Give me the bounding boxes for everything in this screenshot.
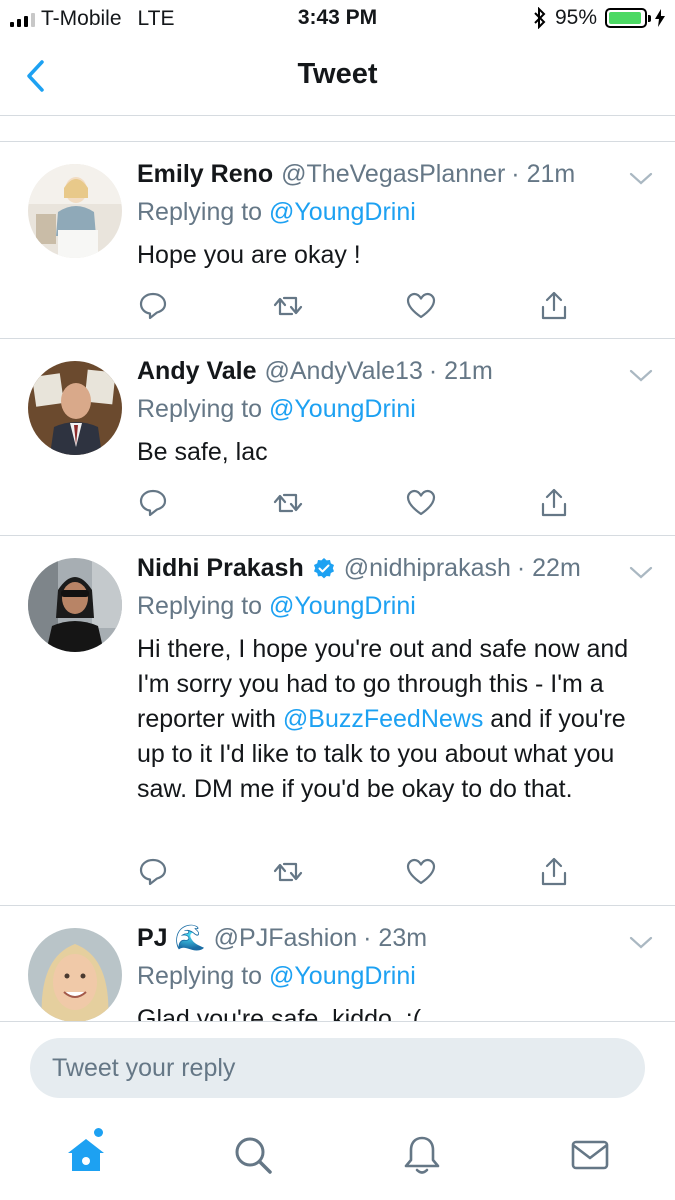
timestamp: · 22m: [516, 554, 581, 582]
reply-tweet[interactable]: Emily Reno @TheVegasPlanner · 21m Replyi…: [0, 142, 675, 339]
replies-feed[interactable]: Emily Reno @TheVegasPlanner · 21m Replyi…: [0, 116, 675, 1021]
timestamp: · 21m: [511, 160, 576, 188]
replying-prefix: Replying to: [137, 198, 263, 226]
tweet-header: Emily Reno @TheVegasPlanner · 21m: [137, 160, 575, 189]
battery-fill: [609, 12, 642, 24]
replying-to-line: Replying to @YoungDrini: [137, 962, 416, 991]
display-name[interactable]: Andy Vale: [137, 357, 257, 386]
replying-to-mention[interactable]: @YoungDrini: [269, 198, 416, 226]
tweet-text-part: Hope you are okay !: [137, 241, 361, 269]
share-icon[interactable]: [538, 856, 570, 888]
bluetooth-icon: [534, 7, 546, 29]
like-icon[interactable]: [405, 487, 437, 519]
tweet-actions: [137, 856, 577, 888]
retweet-icon[interactable]: [273, 116, 303, 126]
avatar-image: [28, 361, 122, 455]
chevron-down-icon[interactable]: [627, 361, 655, 389]
avatar[interactable]: [28, 361, 122, 455]
avatar[interactable]: [28, 928, 122, 1021]
status-right: 95%: [533, 6, 665, 30]
replying-to-mention[interactable]: @YoungDrini: [269, 395, 416, 423]
nav-bar: Tweet: [0, 38, 675, 116]
share-icon[interactable]: [538, 487, 570, 519]
user-handle[interactable]: @PJFashion: [214, 924, 358, 953]
verified-badge-icon: [313, 557, 334, 578]
tweet-text: Be safe, lac: [137, 435, 657, 470]
reply-icon[interactable]: [137, 290, 169, 322]
home-icon[interactable]: [64, 1133, 108, 1177]
reply-icon[interactable]: [137, 856, 169, 888]
reply-input[interactable]: [30, 1038, 645, 1098]
avatar-image: [28, 558, 122, 652]
search-icon[interactable]: [231, 1133, 275, 1177]
share-icon[interactable]: [538, 290, 570, 322]
reply-icon[interactable]: [137, 487, 169, 519]
reply-tweet[interactable]: PJ 🌊 @PJFashion · 23m Replying to @Young…: [0, 906, 675, 1021]
page-title: Tweet: [297, 58, 378, 90]
tweet-actions: [137, 487, 577, 519]
replying-to-line: Replying to @YoungDrini: [137, 198, 416, 227]
timestamp: · 21m: [428, 357, 493, 385]
reply-tweet[interactable]: Andy Vale @AndyVale13 · 21m Replying to …: [0, 339, 675, 536]
chevron-down-icon[interactable]: [627, 928, 655, 956]
timestamp: · 23m: [363, 924, 428, 952]
status-bar: T-Mobile LTE 3:43 PM 95%: [0, 0, 675, 38]
retweet-icon[interactable]: [272, 290, 304, 322]
display-name[interactable]: PJ 🌊: [137, 924, 206, 953]
like-icon[interactable]: [405, 856, 437, 888]
battery-icon: [605, 8, 651, 28]
user-handle[interactable]: @nidhiprakash: [344, 554, 511, 583]
reply-icon[interactable]: [137, 116, 167, 126]
battery-percent: 95%: [554, 6, 597, 29]
messages-icon[interactable]: [568, 1133, 612, 1177]
user-handle[interactable]: @AndyVale13: [265, 357, 423, 386]
display-name[interactable]: Nidhi Prakash: [137, 554, 304, 583]
chevron-down-icon[interactable]: [627, 164, 655, 192]
replying-to-mention[interactable]: @YoungDrini: [269, 592, 416, 620]
tweet-text-part: Be safe, lac: [137, 438, 268, 466]
replying-prefix: Replying to: [137, 592, 263, 620]
notifications-icon[interactable]: [400, 1133, 444, 1177]
share-icon[interactable]: [540, 116, 570, 126]
bolt-icon: [655, 9, 665, 27]
replying-prefix: Replying to: [137, 962, 263, 990]
tweet-text: Hope you are okay !: [137, 238, 657, 273]
avatar[interactable]: [28, 558, 122, 652]
retweet-icon[interactable]: [272, 856, 304, 888]
tweet-mention-link[interactable]: @BuzzFeedNews: [283, 705, 483, 733]
replying-to-mention[interactable]: @YoungDrini: [269, 962, 416, 990]
home-unread-dot: [94, 1128, 103, 1137]
tweet-text-part: Glad you're safe, kiddo. :(: [137, 1005, 422, 1021]
avatar[interactable]: [28, 164, 122, 258]
tweet-text: Hi there, I hope you're out and safe now…: [137, 632, 657, 807]
tweet-header: PJ 🌊 @PJFashion · 23m: [137, 924, 427, 953]
reply-composer: [0, 1021, 675, 1115]
avatar-image: [28, 164, 122, 258]
previous-tweet-actions: [0, 116, 675, 142]
reply-tweet[interactable]: Nidhi Prakash @nidhiprakash · 22m Replyi…: [0, 536, 675, 906]
replying-to-line: Replying to @YoungDrini: [137, 395, 416, 424]
tab-bar: [0, 1115, 675, 1200]
avatar-image: [28, 928, 122, 1021]
replying-prefix: Replying to: [137, 395, 263, 423]
retweet-icon[interactable]: [272, 487, 304, 519]
tweet-actions: [137, 290, 577, 322]
user-handle[interactable]: @TheVegasPlanner: [281, 160, 505, 189]
like-icon[interactable]: [405, 116, 435, 126]
tweet-header: Andy Vale @AndyVale13 · 21m: [137, 357, 493, 386]
like-icon[interactable]: [405, 290, 437, 322]
chevron-down-icon[interactable]: [627, 558, 655, 586]
display-name[interactable]: Emily Reno: [137, 160, 273, 189]
replying-to-line: Replying to @YoungDrini: [137, 592, 416, 621]
tweet-text: Glad you're safe, kiddo. :(: [137, 1002, 657, 1021]
tweet-header: Nidhi Prakash @nidhiprakash · 22m: [137, 554, 581, 583]
